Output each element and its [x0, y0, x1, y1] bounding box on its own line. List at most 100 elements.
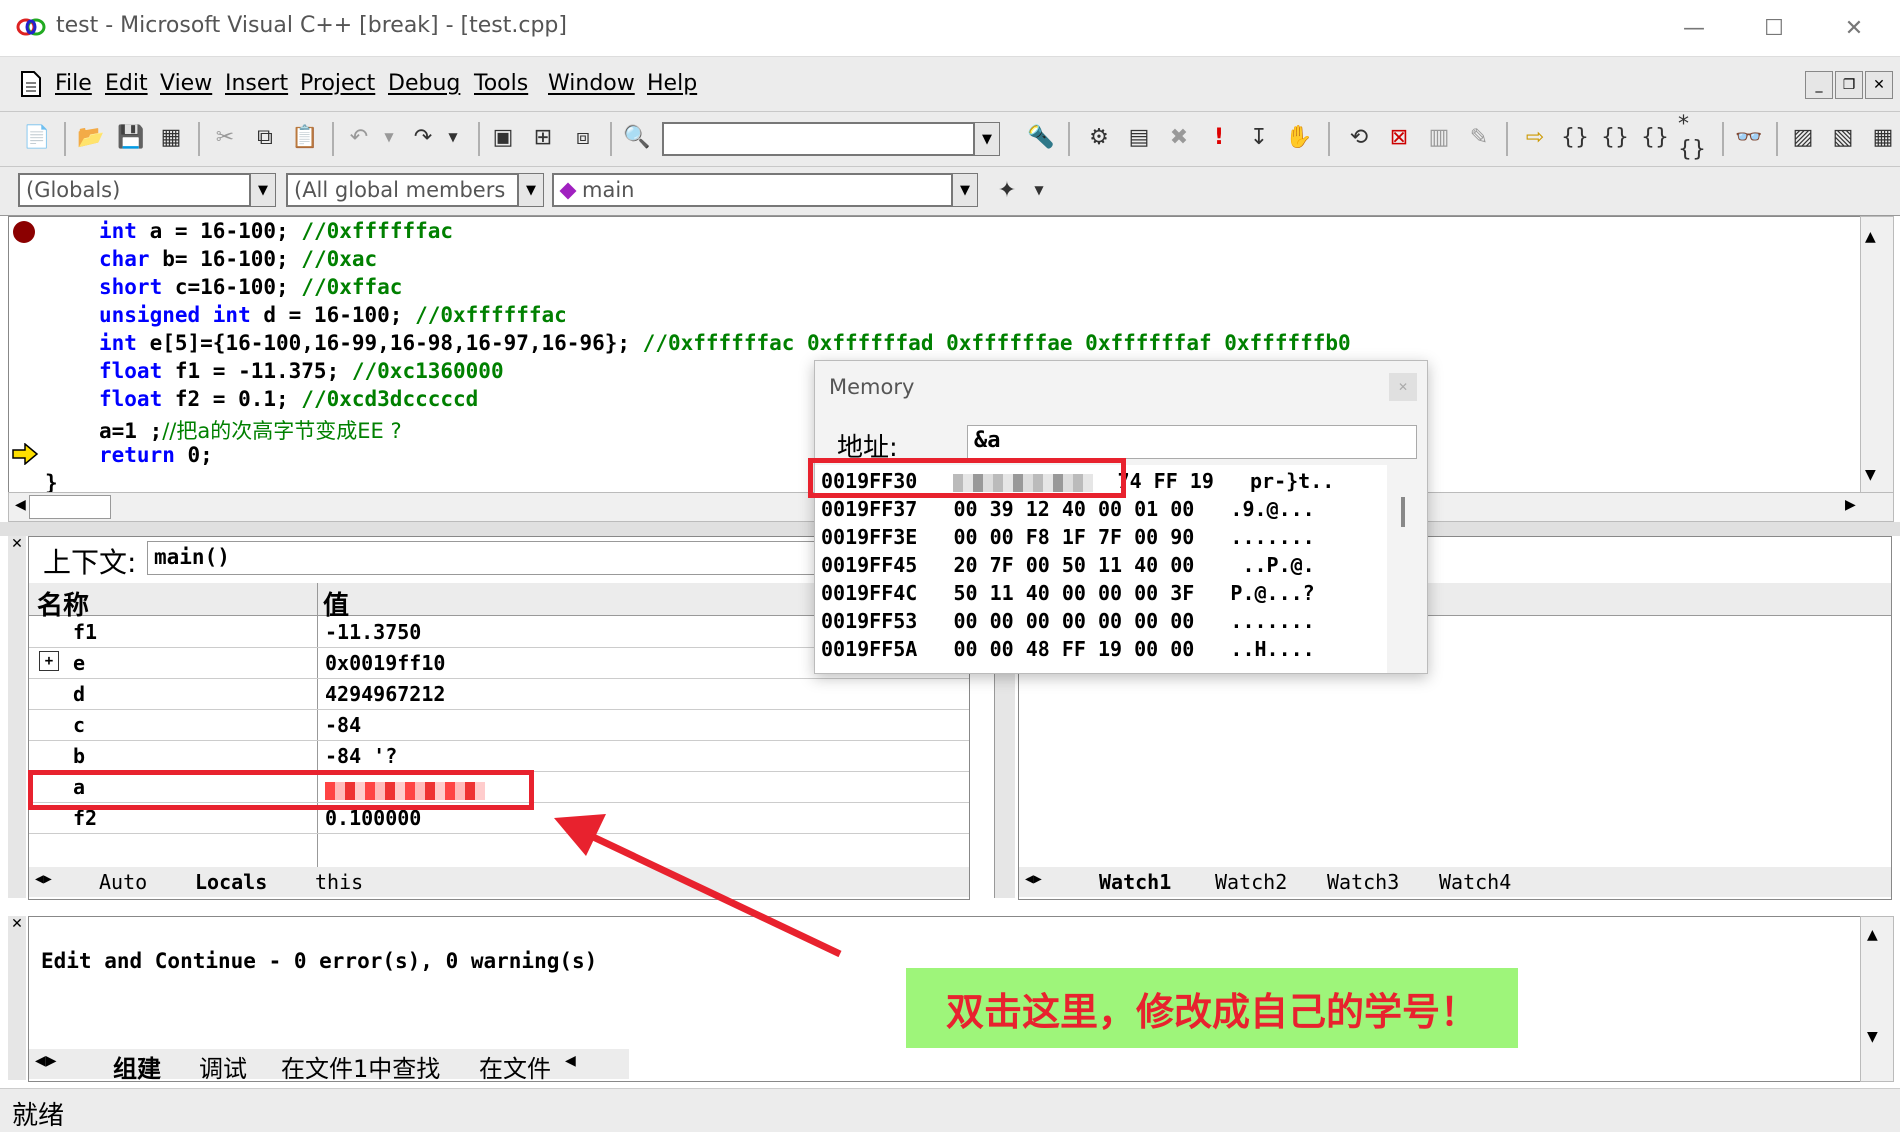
output-window-icon[interactable]: ⊞: [526, 120, 560, 154]
table-row[interactable]: b -84 '?: [29, 740, 969, 772]
scroll-right-icon[interactable]: ▶: [1845, 497, 1856, 513]
new-text-file-icon[interactable]: 📄: [20, 120, 54, 154]
table-row[interactable]: d 4294967212: [29, 678, 969, 710]
class-combo[interactable]: (Globals): [18, 173, 250, 207]
step-out-icon[interactable]: {}: [1638, 120, 1672, 154]
compile-icon[interactable]: ⚙: [1082, 120, 1116, 154]
scroll-left-icon[interactable]: ◀: [565, 1053, 576, 1069]
cut-icon[interactable]: ✂: [208, 120, 242, 154]
document-icon: [21, 71, 41, 97]
tab-this[interactable]: this: [315, 870, 363, 894]
scroll-up-icon[interactable]: ▲: [1865, 229, 1876, 245]
run-to-cursor-icon[interactable]: *{}: [1678, 112, 1712, 162]
tab-locals[interactable]: Locals: [195, 870, 267, 894]
chevron-down-icon[interactable]: ▼: [250, 173, 276, 207]
chevron-down-icon[interactable]: ▼: [974, 122, 1000, 156]
wizard-dropdown-icon[interactable]: ▼: [1022, 173, 1056, 207]
watch-window-icon[interactable]: ▨: [1786, 120, 1820, 154]
menu-window[interactable]: Window: [548, 71, 635, 96]
tab-build[interactable]: 组建: [113, 1049, 161, 1084]
scroll-up-icon[interactable]: ▲: [1867, 927, 1878, 943]
variables-window-icon[interactable]: ▧: [1826, 120, 1860, 154]
breakpoint-hand-icon[interactable]: ✋: [1282, 120, 1316, 154]
scroll-thumb[interactable]: [29, 495, 111, 519]
copy-icon[interactable]: ⧉: [248, 120, 282, 154]
close-button[interactable]: ✕: [1824, 8, 1884, 48]
paste-icon[interactable]: 📋: [288, 120, 322, 154]
build-icon[interactable]: ▤: [1122, 120, 1156, 154]
memory-window[interactable]: Memory ✕ 地址: &a 0019FF30 74 FF 19 pr-}t.…: [814, 360, 1428, 674]
tab-scroll-left-icon[interactable]: ◀▶: [35, 871, 52, 887]
find-icon[interactable]: 🔦: [1024, 120, 1058, 154]
tab-watch2[interactable]: Watch2: [1215, 870, 1287, 894]
address-input[interactable]: &a: [967, 425, 1417, 459]
find-combo[interactable]: [662, 122, 974, 156]
tab-debug[interactable]: 调试: [199, 1049, 247, 1084]
members-combo[interactable]: main: [552, 173, 952, 207]
context-combo[interactable]: main(): [147, 541, 847, 575]
tab-auto[interactable]: Auto: [99, 870, 147, 894]
menu-file[interactable]: File: [55, 71, 92, 96]
close-icon[interactable]: ✕: [8, 916, 26, 932]
minimize-button[interactable]: —: [1664, 8, 1724, 48]
chevron-down-icon[interactable]: ▼: [518, 173, 544, 207]
stop-build-icon[interactable]: ✖: [1162, 120, 1196, 154]
standard-toolbar: 📄 📂 💾 ▦ ✂ ⧉ 📋 ↶ ▼ ↷ ▼ ▣ ⊞ ⧈ 🔍 ▼ 🔦 ⚙ ▤ ✖ …: [0, 112, 1900, 167]
step-into-icon[interactable]: {}: [1558, 120, 1592, 154]
menu-debug[interactable]: Debug: [388, 71, 460, 96]
maximize-button[interactable]: ☐: [1744, 8, 1804, 48]
mdi-close-button[interactable]: ✕: [1865, 71, 1893, 99]
editor-vertical-scrollbar[interactable]: ▲ ▼: [1860, 216, 1894, 494]
menu-tools[interactable]: Tools: [474, 71, 528, 96]
window-list-icon[interactable]: ⧈: [566, 120, 600, 154]
quickwatch-icon[interactable]: 👓: [1732, 120, 1766, 154]
breakpoint-icon[interactable]: [13, 221, 35, 243]
output-vertical-scrollbar[interactable]: ▲ ▼: [1860, 916, 1894, 1082]
scroll-down-icon[interactable]: ▼: [1865, 467, 1876, 483]
tab-scroll-left-icon[interactable]: ◀▶: [35, 1053, 57, 1069]
close-icon[interactable]: ✕: [8, 536, 26, 552]
code-line: unsigned int d = 16-100; //0xffffffac: [99, 303, 567, 327]
stop-debugging-icon[interactable]: ⊠: [1382, 120, 1416, 154]
menu-insert[interactable]: Insert: [225, 71, 288, 96]
redo-icon[interactable]: ↷: [406, 120, 440, 154]
restart-icon[interactable]: ⟲: [1342, 120, 1376, 154]
save-icon[interactable]: 💾: [114, 120, 148, 154]
filter-combo[interactable]: (All global members: [286, 173, 518, 207]
close-icon[interactable]: ✕: [1389, 373, 1417, 401]
menu-help[interactable]: Help: [647, 71, 697, 96]
execute-icon[interactable]: !: [1202, 120, 1236, 154]
mdi-restore-button[interactable]: ❐: [1835, 71, 1863, 99]
step-over-icon[interactable]: {}: [1598, 120, 1632, 154]
tab-watch3[interactable]: Watch3: [1327, 870, 1399, 894]
expand-icon[interactable]: +: [39, 651, 59, 671]
menu-view[interactable]: View: [160, 71, 212, 96]
menu-edit[interactable]: Edit: [105, 71, 148, 96]
redo-dropdown-icon[interactable]: ▼: [436, 120, 470, 154]
show-next-statement-icon[interactable]: ⇨: [1518, 120, 1552, 154]
scroll-down-icon[interactable]: ▼: [1867, 1029, 1878, 1045]
apply-code-changes-icon[interactable]: ✎: [1462, 120, 1496, 154]
open-folder-icon[interactable]: 📂: [74, 120, 108, 154]
tab-watch1[interactable]: Watch1: [1099, 870, 1171, 894]
memory-scroll-thumb[interactable]: [1401, 497, 1405, 527]
workspace-icon[interactable]: ▣: [486, 120, 520, 154]
tab-watch4[interactable]: Watch4: [1439, 870, 1511, 894]
tab-scroll-left-icon[interactable]: ◀▶: [1025, 871, 1042, 887]
pane-grip: ✕: [8, 536, 26, 898]
scroll-left-icon[interactable]: ◀: [15, 497, 26, 513]
wizard-wand-icon[interactable]: ✦: [990, 173, 1024, 207]
undo-icon[interactable]: ↶: [342, 120, 376, 154]
tab-find-in-files-2[interactable]: 在文件: [479, 1049, 551, 1084]
undo-dropdown-icon[interactable]: ▼: [372, 120, 406, 154]
table-row[interactable]: c -84: [29, 709, 969, 741]
memory-window-icon[interactable]: ▦: [1866, 120, 1900, 154]
save-all-icon[interactable]: ▦: [154, 120, 188, 154]
mdi-minimize-button[interactable]: _: [1805, 71, 1833, 99]
go-icon[interactable]: ↧: [1242, 120, 1276, 154]
tab-find-in-files-1[interactable]: 在文件1中查找: [281, 1049, 440, 1084]
chevron-down-icon[interactable]: ▼: [952, 173, 978, 207]
menu-project[interactable]: Project: [300, 71, 375, 96]
break-execution-icon[interactable]: ▥: [1422, 120, 1456, 154]
find-in-files-icon[interactable]: 🔍: [620, 120, 654, 154]
